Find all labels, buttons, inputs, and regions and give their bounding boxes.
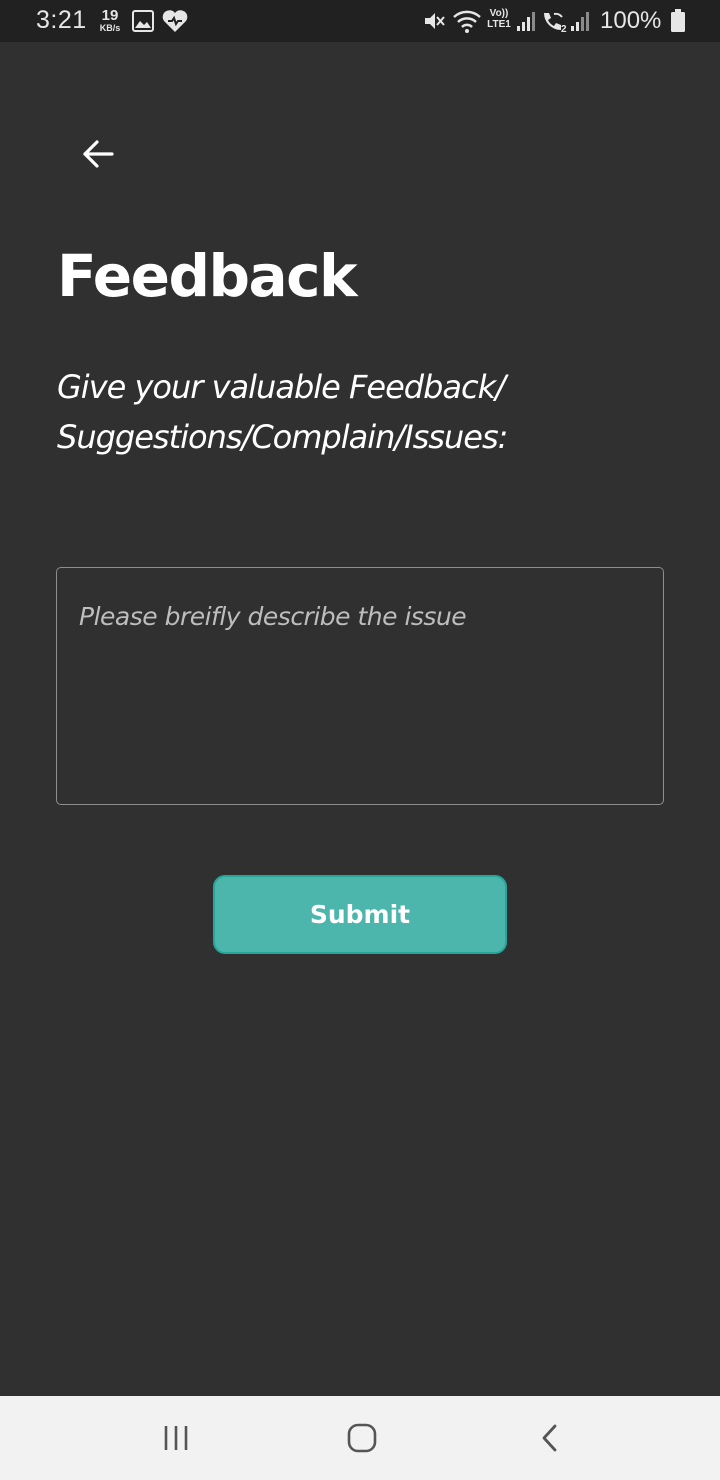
vibrate-mute-icon [425, 13, 445, 29]
svg-text:2: 2 [561, 24, 567, 33]
battery-percent: 100% [600, 7, 662, 34]
home-icon [347, 1423, 377, 1453]
network-speed-unit: KB/s [99, 23, 121, 33]
page-title: Feedback [57, 242, 358, 310]
system-back-button[interactable] [520, 1414, 580, 1462]
feedback-input[interactable] [56, 567, 664, 805]
submit-button[interactable]: Submit [213, 875, 507, 954]
image-icon [132, 10, 154, 32]
network-speed: 19 KB/s [96, 8, 124, 33]
health-heart-icon [162, 10, 188, 32]
status-time: 3:21 [36, 6, 87, 34]
signal-icon [571, 12, 589, 31]
status-bar: 3:21 19 KB/s Vo)) LTE1 2 100% [0, 0, 720, 42]
wifi-icon [453, 10, 481, 33]
back-icon [542, 1424, 557, 1452]
system-nav-bar [0, 1396, 720, 1480]
feedback-screen: 3:21 19 KB/s Vo)) LTE1 2 100% Feedback G… [0, 0, 720, 1480]
volte-label: Vo)) LTE1 [487, 8, 511, 30]
signal-icon [517, 12, 535, 31]
wifi-calling-icon: 2 [544, 12, 567, 33]
arrow-left-icon [83, 140, 114, 168]
recent-apps-icon [164, 1426, 188, 1450]
network-speed-value: 19 [101, 7, 119, 24]
back-button[interactable] [70, 126, 126, 182]
feedback-prompt: Give your valuable Feedback/ Suggestions… [57, 368, 508, 456]
battery-icon [671, 9, 685, 32]
recent-apps-button[interactable] [146, 1414, 206, 1462]
home-button[interactable] [332, 1414, 392, 1462]
